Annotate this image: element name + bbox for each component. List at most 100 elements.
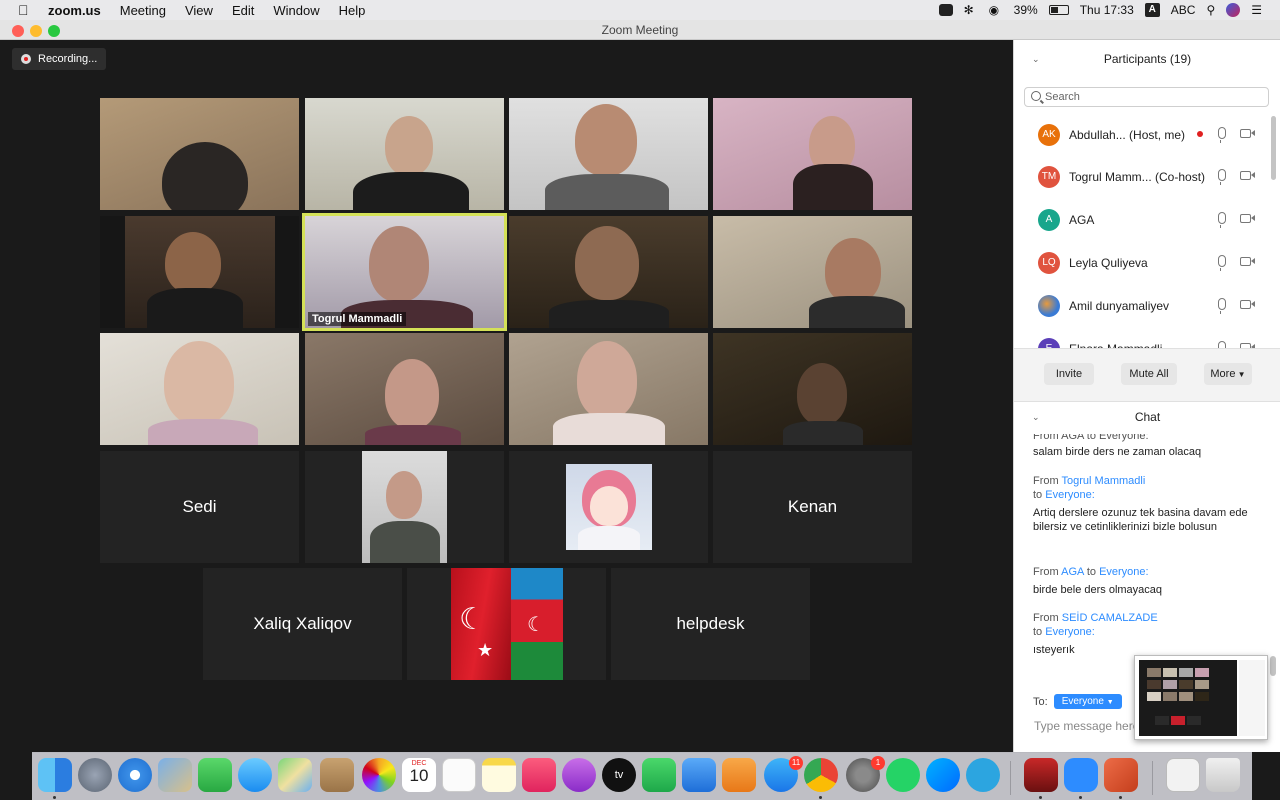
mute-all-button[interactable]: Mute All [1121, 363, 1177, 385]
participant-row[interactable]: LQ Leyla Quliyeva [1014, 242, 1270, 284]
recording-indicator[interactable]: Recording... [12, 48, 107, 70]
video-tile[interactable] [509, 216, 708, 328]
chat-recipient[interactable]: Everyone: [1045, 489, 1095, 501]
microphone-icon[interactable] [1218, 255, 1226, 271]
active-speaker-tile[interactable]: Togrul Mammadli [302, 213, 507, 331]
messenger-icon[interactable] [926, 758, 960, 792]
keynote-icon[interactable] [682, 758, 716, 792]
zoom-status-icon[interactable] [938, 4, 953, 16]
chat-sender[interactable]: AGA [1061, 566, 1084, 578]
video-camera-icon[interactable] [1240, 129, 1255, 138]
launchpad-icon[interactable] [78, 758, 112, 792]
more-button[interactable]: More ▼ [1204, 363, 1252, 385]
photos-icon[interactable] [362, 758, 396, 792]
video-tile[interactable] [100, 333, 299, 445]
participants-search[interactable] [1024, 87, 1269, 107]
contacts-icon[interactable] [320, 758, 354, 792]
video-tile[interactable] [100, 216, 299, 328]
participant-row[interactable]: AK Abdullah... (Host, me) [1014, 114, 1270, 156]
thumbnail-tile [1195, 668, 1209, 677]
video-tile-name-only[interactable]: helpdesk [611, 568, 810, 680]
whatsapp-icon[interactable] [886, 758, 920, 792]
battery-icon[interactable] [1048, 5, 1069, 15]
numbers-icon[interactable] [642, 758, 676, 792]
chat-sender[interactable]: SEİD CAMALZADE [1062, 612, 1158, 624]
thumbnail-tile [1179, 692, 1193, 701]
menu-edit[interactable]: Edit [232, 3, 254, 18]
chat-recipient[interactable]: Everyone: [1045, 626, 1095, 638]
preview-photo-icon[interactable] [158, 758, 192, 792]
photo-booth-icon[interactable] [1024, 758, 1058, 792]
chat-message-input[interactable] [1034, 718, 1134, 734]
chrome-icon[interactable] [804, 758, 838, 792]
menu-window[interactable]: Window [273, 3, 319, 18]
input-source-label[interactable]: ABC [1171, 3, 1196, 17]
microphone-icon[interactable] [1218, 169, 1226, 185]
participant-row[interactable]: A AGA [1014, 199, 1270, 241]
video-tile-name-only[interactable]: Kenan [713, 451, 912, 563]
video-camera-icon[interactable] [1240, 257, 1255, 266]
video-tile[interactable] [305, 333, 504, 445]
video-tile[interactable] [305, 98, 504, 210]
clock[interactable]: Thu 17:33 [1080, 3, 1134, 17]
pages-icon[interactable] [722, 758, 756, 792]
zoom-icon[interactable] [1064, 758, 1098, 792]
telegram-icon[interactable] [966, 758, 1000, 792]
video-tile-profile-picture[interactable] [305, 451, 504, 563]
music-icon[interactable] [522, 758, 556, 792]
participant-row[interactable]: TM Togrul Mamm... (Co-host) [1014, 156, 1270, 198]
video-camera-icon[interactable] [1240, 300, 1255, 309]
calendar-icon[interactable]: DEC 10 [402, 758, 436, 792]
video-tile[interactable] [509, 333, 708, 445]
video-camera-icon[interactable] [1240, 214, 1255, 223]
chat-recipient-dropdown[interactable]: Everyone ▼ [1053, 694, 1122, 709]
video-tile-name-only[interactable]: Sedi [100, 451, 299, 563]
video-tile[interactable] [509, 98, 708, 210]
input-source-icon[interactable]: A [1144, 3, 1160, 17]
microphone-icon[interactable] [1218, 298, 1226, 314]
microphone-icon[interactable] [1218, 212, 1226, 228]
microphone-icon[interactable] [1218, 127, 1226, 143]
chat-scrollbar[interactable] [1270, 656, 1276, 676]
bluetooth-icon[interactable]: ✻ [964, 4, 978, 16]
notification-center-icon[interactable]: ☰ [1251, 3, 1262, 17]
podcasts-icon[interactable] [562, 758, 596, 792]
apple-tv-icon[interactable]: tv [602, 758, 636, 792]
reminders-icon[interactable] [442, 758, 476, 792]
menu-view[interactable]: View [185, 3, 213, 18]
notes-icon[interactable] [482, 758, 516, 792]
trash-icon[interactable] [1206, 758, 1240, 792]
powerpoint-icon[interactable] [1104, 758, 1138, 792]
participants-search-input[interactable] [1045, 89, 1265, 105]
video-tile[interactable] [713, 333, 912, 445]
video-tile-profile-picture[interactable] [509, 451, 708, 563]
messages-icon[interactable] [238, 758, 272, 792]
participants-scrollbar[interactable] [1271, 116, 1276, 180]
apple-menu-icon[interactable]:  [18, 2, 34, 18]
facetime-icon[interactable] [198, 758, 232, 792]
chat-message: salam birde ders ne zaman olacaq [1033, 445, 1263, 459]
invite-button[interactable]: Invite [1044, 363, 1094, 385]
menu-help[interactable]: Help [339, 3, 366, 18]
chat-sender[interactable]: Togrul Mammadli [1062, 475, 1146, 487]
spotlight-search-icon[interactable]: ⚲ [1206, 3, 1215, 17]
participant-row[interactable]: E Elnara Mammadli [1014, 328, 1270, 350]
menu-meeting[interactable]: Meeting [120, 3, 166, 18]
maps-icon[interactable] [278, 758, 312, 792]
azerbaijan-flag: ☾ [511, 568, 563, 680]
video-tile-name-only[interactable]: Xaliq Xaliqov [203, 568, 402, 680]
chat-recipient[interactable]: Everyone: [1099, 566, 1149, 578]
screenshot-thumbnail[interactable] [1134, 655, 1268, 740]
siri-icon[interactable] [1226, 3, 1241, 17]
video-tile-profile-picture[interactable]: ☾ ★ ☾ [407, 568, 606, 680]
finder-icon[interactable] [38, 758, 72, 792]
menu-app-name[interactable]: zoom.us [48, 3, 101, 18]
safari-icon[interactable] [118, 758, 152, 792]
wifi-icon[interactable]: ◉ [989, 4, 1003, 16]
downloads-folder-icon[interactable] [1166, 758, 1200, 792]
video-camera-icon[interactable] [1240, 171, 1255, 180]
video-tile[interactable] [713, 98, 912, 210]
video-tile[interactable] [713, 216, 912, 328]
participant-row[interactable]: Amil dunyamaliyev [1014, 285, 1270, 327]
video-tile[interactable] [100, 98, 299, 210]
